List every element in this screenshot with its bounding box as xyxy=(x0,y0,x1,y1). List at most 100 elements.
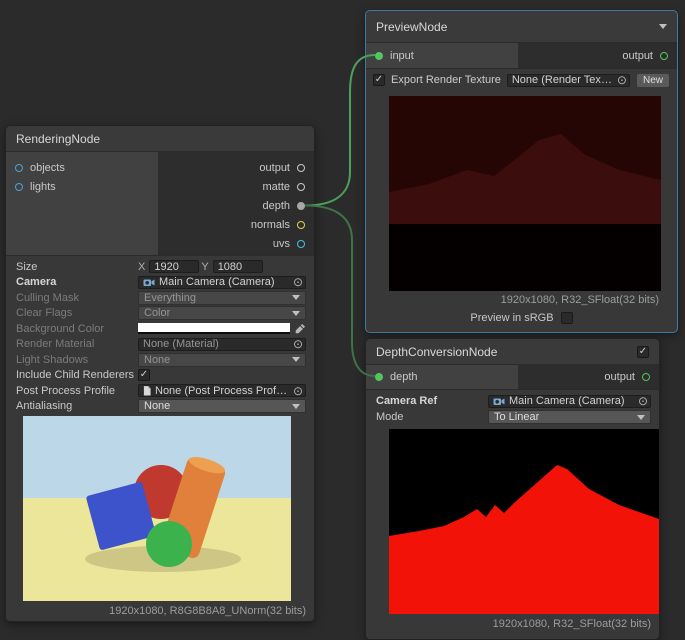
chevron-down-icon xyxy=(292,357,300,362)
object-picker-icon[interactable]: ⊙ xyxy=(293,276,303,288)
light-shadows-label: Light Shadows xyxy=(16,354,138,366)
rendering-node-header[interactable]: RenderingNode xyxy=(6,126,314,152)
port-input-label: input xyxy=(390,50,414,62)
port-depth-output-dot[interactable] xyxy=(642,373,650,381)
port-lights[interactable]: lights xyxy=(6,177,158,196)
preview-node-title: PreviewNode xyxy=(376,20,447,34)
preview-in-srgb-row: Preview in sRGB xyxy=(366,312,677,324)
port-uvs[interactable]: uvs xyxy=(158,234,314,253)
antialiasing-row: Antialiasing None xyxy=(6,399,314,415)
object-picker-icon[interactable]: ⊙ xyxy=(293,385,303,397)
port-objects[interactable]: objects xyxy=(6,158,158,177)
export-render-texture-checkbox[interactable] xyxy=(373,74,385,86)
chevron-down-icon xyxy=(292,311,300,316)
port-lights-dot[interactable] xyxy=(15,183,23,191)
depth-conversion-enabled-checkbox[interactable] xyxy=(637,346,649,358)
collapse-chevron-icon[interactable] xyxy=(659,24,667,29)
rendering-outputs: output matte depth normals uvs xyxy=(158,152,314,255)
chevron-down-icon xyxy=(292,295,300,300)
camera-object-field[interactable]: Main Camera (Camera) ⊙ xyxy=(138,276,306,289)
preview-node-image xyxy=(389,96,661,291)
preview-node-ports: input output xyxy=(366,43,677,69)
size-y-label: Y xyxy=(201,261,208,273)
port-output[interactable]: output xyxy=(158,158,314,177)
depth-conversion-node-title: DepthConversionNode xyxy=(376,345,497,359)
port-preview-output-label: output xyxy=(622,50,653,62)
port-matte-dot[interactable] xyxy=(297,183,305,191)
post-process-profile-field[interactable]: None (Post Process Profile) ⊙ xyxy=(138,384,306,397)
port-lights-label: lights xyxy=(30,181,56,193)
mode-row: Mode To Linear xyxy=(366,409,659,425)
antialiasing-dropdown[interactable]: None xyxy=(138,399,306,413)
light-shadows-dropdown[interactable]: None xyxy=(138,353,306,367)
camera-ref-object-field[interactable]: Main Camera (Camera) ⊙ xyxy=(488,395,651,408)
preview-node-header[interactable]: PreviewNode xyxy=(366,11,677,43)
depth-conversion-node[interactable]: DepthConversionNode depth output Camera … xyxy=(365,338,660,640)
background-color-row: Background Color xyxy=(6,321,314,337)
rendering-preview-image xyxy=(23,416,291,601)
port-depth-input-label: depth xyxy=(390,371,418,383)
port-depth-dot[interactable] xyxy=(297,202,305,210)
include-child-renderers-row: Include Child Renderers xyxy=(6,368,314,384)
port-preview-output-dot[interactable] xyxy=(660,52,668,60)
preview-node-caption: 1920x1080, R32_SFloat(32 bits) xyxy=(501,294,659,306)
size-row: Size X 1920 Y 1080 xyxy=(6,259,314,275)
port-normals[interactable]: normals xyxy=(158,215,314,234)
clear-flags-label: Clear Flags xyxy=(16,307,138,319)
background-color-field[interactable] xyxy=(138,323,290,334)
port-input[interactable]: input xyxy=(366,43,518,68)
render-texture-object-field[interactable]: None (Render Texture) ⊙ xyxy=(507,74,630,87)
render-material-row: Render Material None (Material) ⊙ xyxy=(6,337,314,353)
include-child-renderers-checkbox[interactable] xyxy=(138,369,150,381)
post-process-profile-row: Post Process Profile None (Post Process … xyxy=(6,383,314,399)
preview-in-srgb-label: Preview in sRGB xyxy=(470,312,553,324)
size-label: Size xyxy=(16,261,138,273)
port-depth-input[interactable]: depth xyxy=(366,365,518,389)
rendering-node[interactable]: RenderingNode objects lights output matt… xyxy=(5,125,315,622)
port-objects-dot[interactable] xyxy=(15,164,23,172)
preview-in-srgb-checkbox[interactable] xyxy=(561,312,573,324)
object-picker-icon[interactable]: ⊙ xyxy=(617,74,627,86)
port-depth[interactable]: depth xyxy=(158,196,314,215)
render-material-label: Render Material xyxy=(16,338,138,350)
camera-row: Camera Main Camera (Camera) ⊙ xyxy=(6,275,314,291)
depth-conversion-caption: 1920x1080, R32_SFloat(32 bits) xyxy=(493,618,651,630)
node-graph-canvas[interactable]: { "canvas": { "background": "#2b2b2b" },… xyxy=(0,0,685,640)
preview-node[interactable]: PreviewNode input output Export Render T… xyxy=(365,10,678,333)
depth-conversion-ports: depth output xyxy=(366,365,659,390)
camera-label: Camera xyxy=(16,276,138,288)
port-matte[interactable]: matte xyxy=(158,177,314,196)
rendering-preview-caption: 1920x1080, R8G8B8A8_UNorm(32 bits) xyxy=(109,605,306,617)
port-output-dot[interactable] xyxy=(297,164,305,172)
culling-mask-label: Culling Mask xyxy=(16,292,138,304)
port-depth-output[interactable]: output xyxy=(518,365,659,389)
object-picker-icon[interactable]: ⊙ xyxy=(293,338,303,350)
object-picker-icon[interactable]: ⊙ xyxy=(638,395,648,407)
chevron-down-icon xyxy=(637,415,645,420)
rendering-node-properties: Size X 1920 Y 1080 Camera Main Camera (C… xyxy=(6,256,314,414)
port-preview-output[interactable]: output xyxy=(518,43,677,68)
file-icon xyxy=(143,386,151,396)
eyedropper-icon[interactable] xyxy=(295,323,306,334)
clear-flags-dropdown[interactable]: Color xyxy=(138,306,306,320)
culling-mask-dropdown[interactable]: Everything xyxy=(138,291,306,305)
rendering-node-title: RenderingNode xyxy=(16,132,100,146)
depth-conversion-node-header[interactable]: DepthConversionNode xyxy=(366,339,659,365)
camera-ref-row: Camera Ref Main Camera (Camera) ⊙ xyxy=(366,393,659,409)
export-render-texture-row: Export Render Texture None (Render Textu… xyxy=(366,69,677,91)
size-x-input[interactable]: 1920 xyxy=(149,260,199,273)
render-material-field[interactable]: None (Material) ⊙ xyxy=(138,338,306,351)
include-child-renderers-label: Include Child Renderers xyxy=(16,369,138,381)
size-y-input[interactable]: 1080 xyxy=(213,260,263,273)
preview-green-sphere xyxy=(146,521,192,567)
port-normals-dot[interactable] xyxy=(297,221,305,229)
chevron-down-icon xyxy=(292,404,300,409)
port-depth-input-dot[interactable] xyxy=(375,373,383,381)
new-render-texture-button[interactable]: New xyxy=(636,73,670,88)
mode-dropdown[interactable]: To Linear xyxy=(488,410,651,424)
port-uvs-dot[interactable] xyxy=(297,240,305,248)
antialiasing-label: Antialiasing xyxy=(16,400,138,412)
port-input-dot[interactable] xyxy=(375,52,383,60)
port-depth-output-label: output xyxy=(604,371,635,383)
culling-mask-row: Culling Mask Everything xyxy=(6,290,314,306)
